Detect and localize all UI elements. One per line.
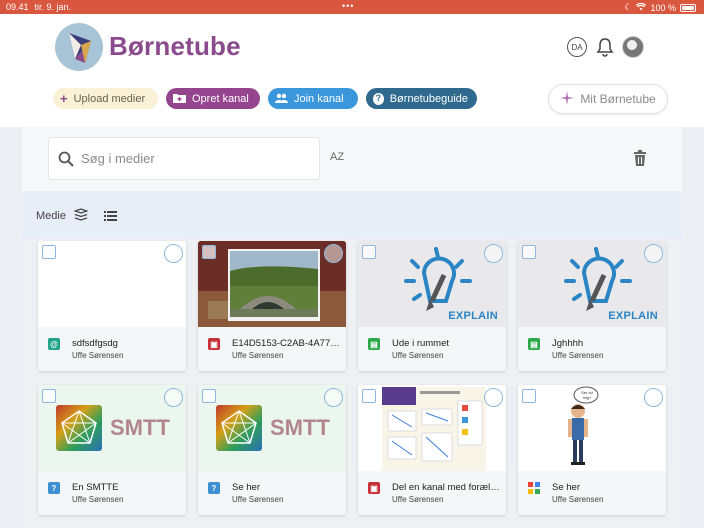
select-circle[interactable] xyxy=(484,244,503,263)
media-title: E14D5153-C2AB-4A77-… xyxy=(232,338,342,349)
select-checkbox[interactable] xyxy=(42,245,56,259)
app-header: Børnetube DA + Upload medier Opret kanal… xyxy=(0,14,704,127)
select-checkbox[interactable] xyxy=(522,245,536,259)
media-author: Uffe Sørensen xyxy=(552,495,604,504)
media-title: Se her xyxy=(552,482,580,493)
avatar[interactable] xyxy=(622,36,644,58)
moon-icon: ☾ xyxy=(624,2,633,12)
media-card[interactable]: EXPLAIN ▤ Jghhhh Uffe Sørensen xyxy=(518,241,666,371)
status-date: tir. 9. jan. xyxy=(34,2,72,12)
media-title: Ude i rummet xyxy=(392,338,450,349)
list-view-icon[interactable] xyxy=(104,209,117,221)
join-channel-button[interactable]: Join kanal xyxy=(268,88,358,109)
upload-media-button[interactable]: + Upload medier xyxy=(53,88,158,109)
media-card[interactable]: @ sdfsdfgsdg Uffe Sørensen xyxy=(38,241,186,371)
media-grid: @ sdfsdfgsdg Uffe Sørensen ▣ E14D5153-C2… xyxy=(22,239,682,528)
media-title: Se her xyxy=(232,482,260,493)
select-circle[interactable] xyxy=(324,388,343,407)
smtt-wordmark: SMTT xyxy=(270,415,330,440)
brand-logo-icon[interactable] xyxy=(55,23,103,71)
layers-view-icon[interactable] xyxy=(73,208,89,222)
folder-plus-icon xyxy=(173,92,186,105)
media-card[interactable]: Ser du mig? Se her Uffe Sørensen xyxy=(518,385,666,515)
document-type-icon: ▤ xyxy=(528,338,540,350)
upload-media-label: Upload medier xyxy=(73,92,146,105)
select-circle[interactable] xyxy=(644,388,663,407)
document-type-icon: ▤ xyxy=(368,338,380,350)
media-title: sdfsdfgsdg xyxy=(72,338,118,349)
explain-wordmark: EXPLAIN xyxy=(448,310,498,322)
media-title: Del en kanal med forældre xyxy=(392,482,502,493)
media-title: En SMTTE xyxy=(72,482,119,493)
media-author: Uffe Sørensen xyxy=(232,351,284,360)
filter-bar: Medie xyxy=(22,191,682,239)
search-input[interactable]: Søg i medier xyxy=(48,137,320,180)
media-author: Uffe Sørensen xyxy=(392,495,444,504)
media-author: Uffe Sørensen xyxy=(552,351,604,360)
search-panel: Søg i medier AZ xyxy=(22,127,682,191)
select-circle[interactable] xyxy=(324,244,343,263)
status-time: 09.41 xyxy=(6,2,29,12)
guide-button[interactable]: ? Børnetubeguide xyxy=(366,88,477,109)
pinwheel-type-icon xyxy=(528,482,540,494)
select-circle[interactable] xyxy=(484,388,503,407)
select-checkbox[interactable] xyxy=(202,245,216,259)
join-channel-label: Join kanal xyxy=(294,92,344,105)
image-type-icon: ▣ xyxy=(208,338,220,350)
link-type-icon: @ xyxy=(48,338,60,350)
select-circle[interactable] xyxy=(164,244,183,263)
filter-label: Medie xyxy=(36,210,66,222)
battery-percent: 100 % xyxy=(650,2,676,13)
media-title: Jghhhh xyxy=(552,338,584,349)
media-card[interactable]: ▣ Del en kanal med forældre Uffe Sørense… xyxy=(358,385,506,515)
brand-name[interactable]: Børnetube xyxy=(109,31,241,62)
select-checkbox[interactable] xyxy=(522,389,536,403)
status-bar: 09.41 tir. 9. jan. ••• ☾ 100 % xyxy=(0,0,704,14)
speech-bubble-text: Ser du mig? xyxy=(581,390,593,400)
wifi-icon xyxy=(636,2,647,13)
battery-icon xyxy=(680,3,696,12)
explain-wordmark: EXPLAIN xyxy=(608,310,658,322)
media-card[interactable]: ▣ E14D5153-C2AB-4A77-… Uffe Sørensen xyxy=(198,241,346,371)
language-button[interactable]: DA xyxy=(567,37,587,57)
my-bornetube-button[interactable]: Mit Børnetube xyxy=(548,84,668,114)
question-icon: ? xyxy=(373,92,384,105)
media-author: Uffe Sørensen xyxy=(392,351,444,360)
my-bornetube-label: Mit Børnetube xyxy=(580,92,656,106)
media-author: Uffe Sørensen xyxy=(232,495,284,504)
media-card[interactable]: SMTT ? En SMTTE Uffe Sørensen xyxy=(38,385,186,515)
users-icon xyxy=(275,92,288,105)
search-placeholder: Søg i medier xyxy=(81,151,155,166)
create-channel-button[interactable]: Opret kanal xyxy=(166,88,260,109)
search-icon xyxy=(58,151,74,167)
select-checkbox[interactable] xyxy=(42,389,56,403)
media-author: Uffe Sørensen xyxy=(72,351,124,360)
select-circle[interactable] xyxy=(164,388,183,407)
select-circle[interactable] xyxy=(644,244,663,263)
smtt-wordmark: SMTT xyxy=(110,415,170,440)
sort-az-button[interactable]: AZ xyxy=(330,151,344,163)
media-card[interactable]: EXPLAIN ▤ Ude i rummet Uffe Sørensen xyxy=(358,241,506,371)
select-checkbox[interactable] xyxy=(362,389,376,403)
media-card[interactable]: SMTT ? Se her Uffe Sørensen xyxy=(198,385,346,515)
create-channel-label: Opret kanal xyxy=(192,92,249,105)
multitask-dots[interactable]: ••• xyxy=(342,1,354,11)
media-author: Uffe Sørensen xyxy=(72,495,124,504)
select-checkbox[interactable] xyxy=(362,245,376,259)
question-type-icon: ? xyxy=(48,482,60,494)
plus-icon: + xyxy=(60,91,68,106)
sparkle-icon xyxy=(560,90,575,108)
bell-icon[interactable] xyxy=(596,37,614,57)
select-checkbox[interactable] xyxy=(202,389,216,403)
guide-label: Børnetubeguide xyxy=(389,92,468,105)
image-type-icon: ▣ xyxy=(368,482,380,494)
sort-az-icon: AZ xyxy=(330,151,345,163)
question-type-icon: ? xyxy=(208,482,220,494)
trash-icon[interactable] xyxy=(633,150,647,166)
